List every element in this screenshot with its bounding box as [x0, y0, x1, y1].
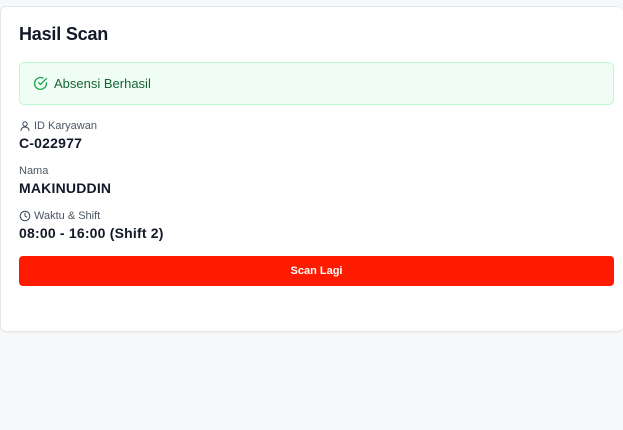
scan-again-button[interactable]: Scan Lagi: [19, 256, 614, 286]
time-shift-field: Waktu & Shift 08:00 - 16:00 (Shift 2): [19, 209, 164, 241]
employee-id-field: ID Karyawan C-022977: [19, 119, 97, 151]
name-label-row: Nama: [19, 164, 111, 178]
name-label: Nama: [19, 165, 49, 177]
employee-id-value: C-022977: [19, 135, 83, 151]
name-field: Nama MAKINUDDIN: [19, 164, 111, 196]
success-message: Absensi Berhasil: [54, 76, 151, 91]
check-circle-icon: [33, 76, 48, 91]
scan-result-card: Hasil Scan Absensi Berhasil ID Karyawan …: [0, 6, 623, 332]
user-icon: [19, 120, 31, 132]
employee-id-label-row: ID Karyawan: [19, 119, 97, 133]
name-value: MAKINUDDIN: [19, 180, 112, 196]
employee-id-label: ID Karyawan: [34, 120, 97, 132]
time-shift-label: Waktu & Shift: [34, 210, 101, 222]
card-title: Hasil Scan: [19, 24, 109, 44]
time-shift-value: 08:00 - 16:00 (Shift 2): [19, 225, 164, 241]
time-shift-label-row: Waktu & Shift: [19, 209, 164, 223]
success-alert: Absensi Berhasil: [19, 62, 614, 105]
clock-icon: [19, 210, 31, 222]
